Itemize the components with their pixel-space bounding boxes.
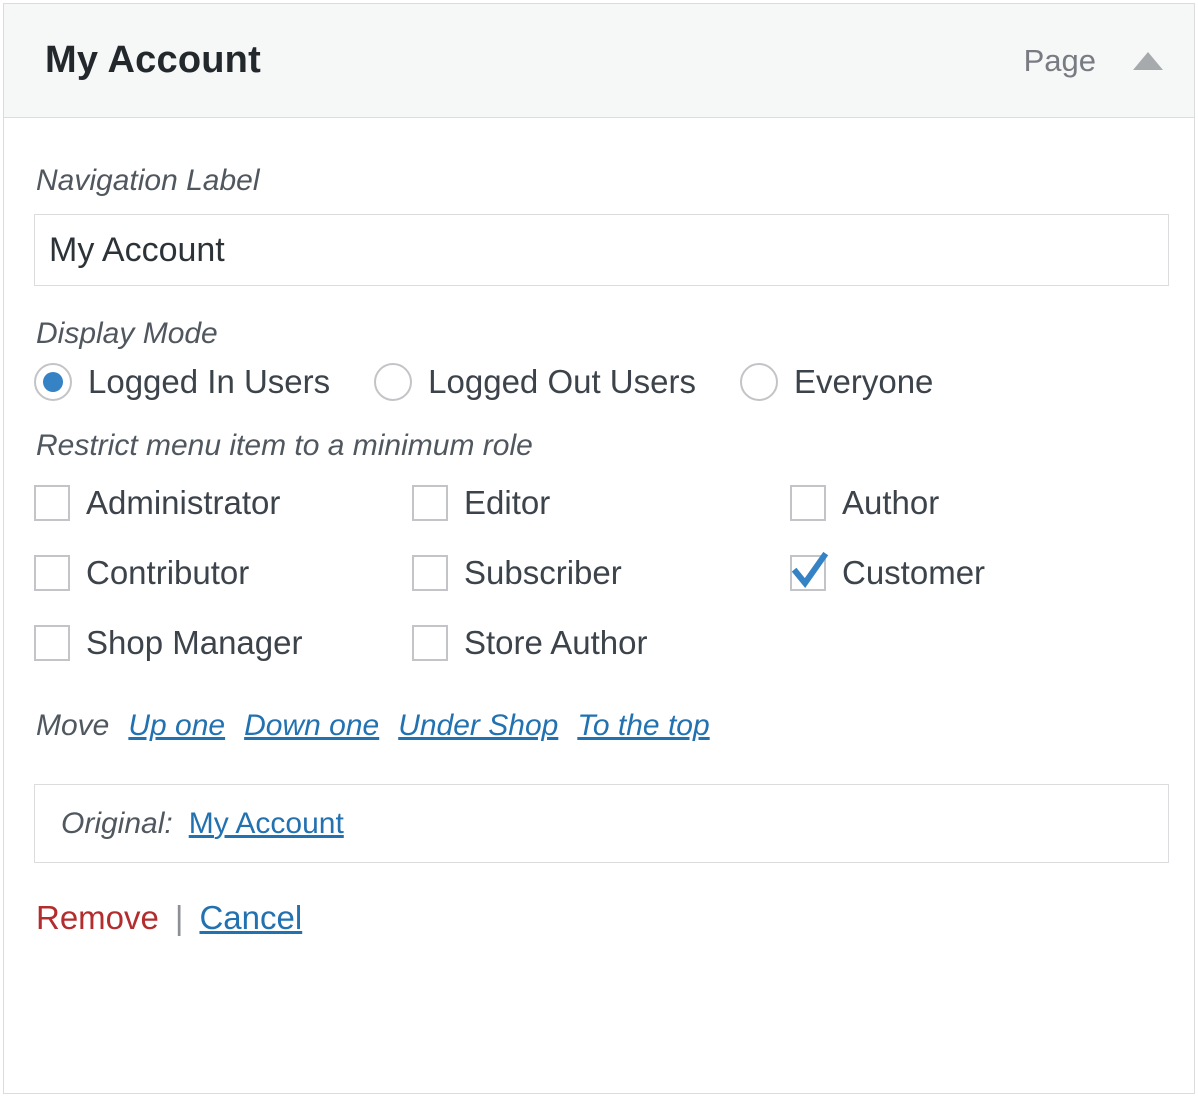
move-to-the-top-link[interactable]: To the top: [577, 709, 709, 743]
display-mode-field: Display Mode Logged In Users Logged Out …: [34, 319, 1164, 401]
action-separator: |: [175, 899, 184, 937]
page-title: My Account: [45, 39, 261, 82]
checkbox-label: Administrator: [86, 484, 280, 522]
checkbox-icon: [34, 625, 70, 661]
menu-item-header[interactable]: My Account Page: [4, 4, 1194, 118]
move-down-one-link[interactable]: Down one: [244, 709, 379, 743]
radio-label: Logged Out Users: [428, 363, 696, 401]
checkbox-label: Author: [842, 484, 939, 522]
radio-label: Everyone: [794, 363, 933, 401]
menu-item-settings: Navigation Label Display Mode Logged In …: [4, 118, 1194, 937]
checkbox-label: Store Author: [464, 624, 647, 662]
checkbox-label: Contributor: [86, 554, 249, 592]
item-type-label: Page: [1024, 43, 1096, 79]
checkbox-icon: [34, 555, 70, 591]
checkbox-customer[interactable]: Customer: [790, 543, 1164, 603]
cancel-link[interactable]: Cancel: [199, 899, 302, 937]
checkbox-label: Subscriber: [464, 554, 622, 592]
menu-item-panel: My Account Page Navigation Label Display…: [3, 3, 1195, 1094]
radio-logged-out-users[interactable]: Logged Out Users: [374, 363, 696, 401]
move-row: Move Up one Down one Under Shop To the t…: [34, 709, 1164, 743]
move-up-one-link[interactable]: Up one: [128, 709, 225, 743]
radio-icon: [740, 363, 778, 401]
move-under-shop-link[interactable]: Under Shop: [398, 709, 558, 743]
navigation-label-label: Navigation Label: [36, 166, 1164, 196]
radio-logged-in-users[interactable]: Logged In Users: [34, 363, 330, 401]
role-restriction-field: Restrict menu item to a minimum role Adm…: [34, 431, 1164, 673]
checkbox-store-author[interactable]: Store Author: [412, 613, 790, 673]
checkbox-icon: [34, 485, 70, 521]
menu-item-actions: Remove | Cancel: [36, 899, 1164, 937]
move-label: Move: [36, 709, 109, 743]
checkbox-label: Customer: [842, 554, 985, 592]
checkbox-icon: [412, 555, 448, 591]
remove-link[interactable]: Remove: [36, 899, 159, 937]
role-checkbox-grid: Administrator Editor Author: [34, 473, 1164, 673]
checkbox-icon: [790, 485, 826, 521]
original-label: Original:: [61, 807, 173, 841]
triangle-up-icon: [1133, 52, 1163, 70]
navigation-label-field: Navigation Label: [34, 118, 1164, 286]
checkbox-administrator[interactable]: Administrator: [34, 473, 412, 533]
display-mode-options: Logged In Users Logged Out Users Everyon…: [34, 363, 1164, 401]
checkbox-icon: [412, 625, 448, 661]
checkbox-label: Editor: [464, 484, 550, 522]
checkbox-subscriber[interactable]: Subscriber: [412, 543, 790, 603]
checkbox-label: Shop Manager: [86, 624, 302, 662]
original-row: Original: My Account: [34, 784, 1169, 863]
checkbox-editor[interactable]: Editor: [412, 473, 790, 533]
checkbox-contributor[interactable]: Contributor: [34, 543, 412, 603]
checkbox-shop-manager[interactable]: Shop Manager: [34, 613, 412, 673]
radio-icon: [374, 363, 412, 401]
radio-icon: [34, 363, 72, 401]
radio-label: Logged In Users: [88, 363, 330, 401]
role-restriction-label: Restrict menu item to a minimum role: [36, 431, 1164, 461]
navigation-label-input[interactable]: [34, 214, 1169, 286]
collapse-toggle-button[interactable]: [1126, 39, 1170, 83]
checkbox-author[interactable]: Author: [790, 473, 1164, 533]
original-page-link[interactable]: My Account: [189, 807, 344, 841]
checkbox-icon: [790, 555, 826, 591]
radio-everyone[interactable]: Everyone: [740, 363, 933, 401]
checkbox-icon: [412, 485, 448, 521]
header-controls: Page: [1024, 4, 1170, 117]
display-mode-label: Display Mode: [36, 319, 1164, 349]
